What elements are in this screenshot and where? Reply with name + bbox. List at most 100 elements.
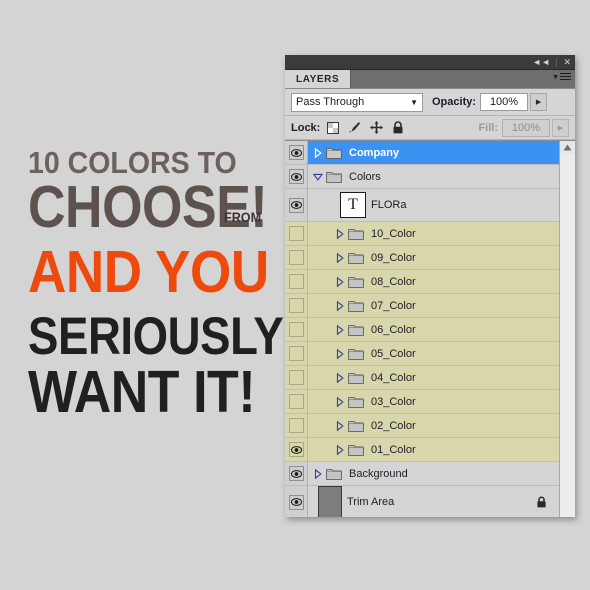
panel-menu-icon[interactable]: ▼: [552, 73, 571, 82]
fill-label: Fill:: [478, 121, 498, 134]
layer-visibility-toggle[interactable]: [285, 270, 308, 293]
text-layer-thumbnail: T: [340, 192, 366, 218]
scrollbar-track[interactable]: [560, 154, 575, 517]
folder-icon: [324, 467, 344, 480]
layer-row[interactable]: 08_Color: [285, 270, 559, 294]
layer-visibility-toggle[interactable]: [285, 414, 308, 437]
layer-row-body: Trim Area: [308, 486, 559, 517]
layer-name: FLORa: [371, 199, 407, 211]
blend-mode-row: Pass Through ▼ Opacity: 100% ▶: [285, 89, 575, 116]
chevron-right-icon[interactable]: [334, 252, 346, 263]
layer-row-body: Colors: [308, 165, 559, 188]
chevron-right-icon[interactable]: [334, 276, 346, 287]
layer-row[interactable]: Trim Area: [285, 486, 559, 517]
chevron-right-icon[interactable]: [334, 420, 346, 431]
blend-mode-select[interactable]: Pass Through ▼: [291, 92, 423, 112]
layer-name: 01_Color: [371, 443, 416, 456]
layer-visibility-toggle[interactable]: [285, 246, 308, 269]
layer-row-body: Background: [308, 462, 559, 485]
folder-icon: [346, 227, 366, 240]
layer-visibility-toggle[interactable]: [285, 462, 308, 485]
layer-row[interactable]: 03_Color: [285, 390, 559, 414]
move-lock-icon[interactable]: [370, 121, 384, 134]
opacity-input[interactable]: 100%: [480, 93, 529, 111]
collapse-icon[interactable]: ◄◄: [532, 57, 550, 67]
chevron-right-icon[interactable]: [334, 444, 346, 455]
layer-list-wrapper: Company Colors T FLORa 10_Color 09_Color 08_Co…: [285, 140, 575, 517]
brush-lock-icon[interactable]: [348, 121, 361, 134]
layer-visibility-toggle[interactable]: [285, 342, 308, 365]
layer-visibility-toggle[interactable]: [285, 318, 308, 341]
layer-name: 06_Color: [371, 323, 416, 336]
layer-visibility-toggle[interactable]: [285, 438, 308, 461]
layer-row[interactable]: 09_Color: [285, 246, 559, 270]
eye-icon: [288, 169, 304, 184]
fill-stepper[interactable]: ▶: [552, 118, 569, 137]
layer-row[interactable]: Background: [285, 462, 559, 486]
layer-row[interactable]: 07_Color: [285, 294, 559, 318]
layer-row[interactable]: Company: [285, 141, 559, 165]
scroll-up-arrow-icon[interactable]: [560, 141, 575, 154]
layer-row[interactable]: Colors: [285, 165, 559, 189]
fill-input[interactable]: 100%: [502, 118, 550, 137]
eye-icon: [288, 466, 304, 481]
layer-row[interactable]: 02_Color: [285, 414, 559, 438]
layer-list-scrollbar[interactable]: [559, 141, 575, 517]
opacity-stepper[interactable]: ▶: [530, 93, 548, 111]
layer-visibility-toggle[interactable]: [285, 294, 308, 317]
eye-icon: [288, 442, 304, 457]
layer-thumbnail: [318, 486, 342, 517]
layer-name: 05_Color: [371, 347, 416, 360]
layer-row[interactable]: 05_Color: [285, 342, 559, 366]
titlebar-separator: |: [555, 57, 558, 67]
eye-off-icon: [288, 322, 304, 337]
layer-visibility-toggle[interactable]: [285, 165, 308, 188]
poster-line-2-suffix: FROM: [224, 209, 262, 225]
layer-name: 08_Color: [371, 275, 416, 288]
layer-list: Company Colors T FLORa 10_Color 09_Color 08_Co…: [285, 141, 559, 517]
layer-name: 04_Color: [371, 371, 416, 384]
chevron-right-icon[interactable]: [312, 147, 324, 158]
chevron-right-icon[interactable]: [334, 300, 346, 311]
layer-visibility-toggle[interactable]: [285, 366, 308, 389]
eye-off-icon: [288, 250, 304, 265]
layer-row-body: 06_Color: [308, 318, 559, 341]
chevron-right-icon[interactable]: [334, 228, 346, 239]
layer-row[interactable]: 01_Color: [285, 438, 559, 462]
folder-icon: [324, 146, 344, 159]
layer-row[interactable]: 06_Color: [285, 318, 559, 342]
chevron-down-icon: ▼: [410, 97, 418, 107]
opacity-value: 100%: [489, 96, 519, 108]
folder-icon: [346, 275, 366, 288]
poster-artwork: 10 COLORS TO CHOOSE! FROM AND YOU SERIOU…: [0, 0, 285, 590]
layer-visibility-toggle[interactable]: [285, 141, 308, 164]
layer-row-body: 03_Color: [308, 390, 559, 413]
chevron-right-icon[interactable]: [334, 372, 346, 383]
layer-visibility-toggle[interactable]: [285, 390, 308, 413]
layer-row-body: Company: [308, 141, 559, 164]
close-icon[interactable]: ✕: [563, 57, 571, 67]
eye-off-icon: [288, 226, 304, 241]
transparency-lock-icon[interactable]: [327, 121, 340, 134]
folder-icon: [346, 323, 366, 336]
eye-icon: [288, 145, 304, 160]
layer-name: Trim Area: [347, 496, 395, 508]
layer-visibility-toggle[interactable]: [285, 189, 308, 221]
poster-line-4: SERIOUSLY: [28, 307, 284, 366]
layer-row[interactable]: T FLORa: [285, 189, 559, 222]
layer-visibility-toggle[interactable]: [285, 222, 308, 245]
layer-row[interactable]: 04_Color: [285, 366, 559, 390]
chevron-right-icon[interactable]: [334, 324, 346, 335]
layers-panel: ◄◄ | ✕ LAYERS ▼ Pass Through ▼ Opacity: …: [285, 55, 575, 517]
layer-name: Background: [349, 467, 408, 480]
layer-visibility-toggle[interactable]: [285, 486, 308, 517]
all-lock-icon[interactable]: [392, 121, 404, 134]
chevron-right-icon[interactable]: [334, 396, 346, 407]
fill-value: 100%: [511, 121, 541, 134]
layer-row[interactable]: 10_Color: [285, 222, 559, 246]
chevron-down-icon[interactable]: [312, 173, 324, 181]
chevron-right-icon[interactable]: [312, 468, 324, 479]
chevron-right-icon[interactable]: [334, 348, 346, 359]
layer-name: Colors: [349, 170, 381, 183]
tab-layers[interactable]: LAYERS: [285, 70, 352, 88]
